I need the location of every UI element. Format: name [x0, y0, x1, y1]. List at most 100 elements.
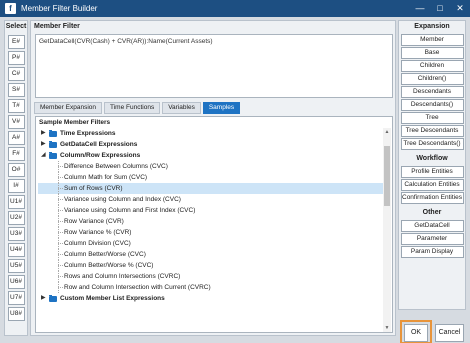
tree-item-difference-between-columns-cvc[interactable]: Difference Between Columns (CVC) [38, 161, 384, 172]
select-p-button[interactable]: P# [7, 51, 25, 65]
tree-branch [58, 188, 63, 189]
select-u4-button[interactable]: U4# [7, 243, 25, 257]
tree-item-variance-using-column-and-index-cvc[interactable]: Variance using Column and Index (CVC) [38, 194, 384, 205]
expand-arrow-icon[interactable]: ▶ [41, 139, 48, 150]
tab-bar: Member Expansion Time Functions Variables S… [34, 102, 242, 114]
select-s-button[interactable]: S# [7, 83, 25, 97]
tree-group-time-expressions[interactable]: ▶ Time Expressions [38, 128, 384, 139]
workflow-profile-entities-button[interactable]: Profile Entities [400, 166, 464, 178]
folder-icon [49, 141, 57, 148]
dialog-body: Select E# P# C# S# T# V# A# F# O# I# U1# U2# U3# U4# U… [0, 17, 470, 343]
tree-item-label: Variance using Column and Index (CVC) [64, 196, 181, 203]
expansion-tree-button[interactable]: Tree [400, 112, 464, 124]
tree-branch [58, 166, 63, 167]
member-filter-panel: Member Filter GetDataCell(CVR(Cash) + CV… [30, 20, 396, 336]
scroll-up-icon[interactable]: ▲ [383, 128, 391, 136]
maximize-button[interactable]: □ [430, 0, 450, 17]
collapse-arrow-icon[interactable]: ◢ [41, 150, 48, 161]
tab-member-expansion[interactable]: Member Expansion [34, 102, 102, 114]
select-f-button[interactable]: F# [7, 147, 25, 161]
expansion-descendants-button[interactable]: Descendants [400, 86, 464, 98]
tree-group-column-row-expressions[interactable]: ◢ Column/Row Expressions [38, 150, 384, 161]
select-v-button[interactable]: V# [7, 115, 25, 129]
tree-group-custom-member-list-expressions[interactable]: ▶ Custom Member List Expressions [38, 293, 384, 304]
expansion-descendants-button[interactable]: Descendants() [400, 99, 464, 111]
folder-icon [49, 295, 57, 302]
select-e-button[interactable]: E# [7, 35, 25, 49]
select-u3-button[interactable]: U3# [7, 227, 25, 241]
tree-branch [58, 199, 63, 200]
expansion-tree-descendants-button[interactable]: Tree Descendants() [400, 138, 464, 150]
builder-actions-panel: Expansion Member Base Children Children() De… [398, 20, 466, 310]
member-filter-title: Member Filter [34, 23, 80, 30]
tree-branch [58, 221, 63, 222]
select-i-button[interactable]: I# [7, 179, 25, 193]
select-a-button[interactable]: A# [7, 131, 25, 145]
expand-arrow-icon[interactable]: ▶ [41, 293, 48, 304]
expansion-children-button[interactable]: Children [400, 60, 464, 72]
tree-item-label: Column Better/Worse % (CVC) [64, 262, 154, 269]
tree-group-label: Time Expressions [60, 130, 116, 137]
tab-time-functions[interactable]: Time Functions [104, 102, 161, 114]
scroll-thumb[interactable] [384, 146, 390, 206]
select-panel: Select E# P# C# S# T# V# A# F# O# I# U1# U2# U3# U4# U… [4, 20, 28, 336]
tree-item-label: Column Math for Sum (CVC) [64, 174, 148, 181]
close-button[interactable]: ✕ [450, 0, 470, 17]
tree-item-column-better-worse-cvc[interactable]: Column Better/Worse % (CVC) [38, 260, 384, 271]
tree-item-variance-using-column-and-first-index-cvc[interactable]: Variance using Column and First Index (C… [38, 205, 384, 216]
minimize-button[interactable]: — [410, 0, 430, 17]
tree-item-row-and-column-intersection-with-current-cvrc[interactable]: Row and Column Intersection with Current… [38, 282, 384, 293]
select-u2-button[interactable]: U2# [7, 211, 25, 225]
window-title: Member Filter Builder [21, 4, 98, 13]
expansion-member-button[interactable]: Member [400, 34, 464, 46]
tree-item-column-better-worse-cvc[interactable]: Column Better/Worse (CVC) [38, 249, 384, 260]
tree-item-column-math-for-sum-cvc[interactable]: Column Math for Sum (CVC) [38, 172, 384, 183]
tab-variables[interactable]: Variables [162, 102, 201, 114]
tree-branch [58, 265, 63, 266]
expansion-children-button[interactable]: Children() [400, 73, 464, 85]
filter-formula-editor[interactable]: GetDataCell(CVR(Cash) + CVR(AR)):Name(Cu… [35, 34, 393, 98]
select-panel-title: Select [5, 23, 27, 30]
tree-item-label: Row and Column Intersection with Current… [64, 284, 211, 291]
expansion-tree-descendants-button[interactable]: Tree Descendants [400, 125, 464, 137]
tree-branch [58, 243, 63, 244]
tree-item-row-variance-cvr[interactable]: Row Variance (CVR) [38, 216, 384, 227]
tree-item-label: Row Variance % (CVR) [64, 229, 132, 236]
tree-branch [58, 276, 63, 277]
tree-branch [58, 210, 63, 211]
other-parameter-button[interactable]: Parameter [400, 233, 464, 245]
folder-icon [49, 130, 57, 137]
tree-item-rows-and-column-intersections-cvrc[interactable]: Rows and Column Intersections (CVRC) [38, 271, 384, 282]
tree-group-label: GetDataCell Expressions [60, 141, 138, 148]
tree-item-row-variance-cvr[interactable]: Row Variance % (CVR) [38, 227, 384, 238]
tree-item-label: Column Division (CVC) [64, 240, 131, 247]
tree-branch [58, 287, 63, 288]
ok-button[interactable]: OK [404, 324, 428, 342]
tree-item-sum-of-rows-cvr[interactable]: Sum of Rows (CVR) [38, 183, 384, 194]
expand-arrow-icon[interactable]: ▶ [41, 128, 48, 139]
tree-item-label: Variance using Column and First Index (C… [64, 207, 196, 214]
tree-item-label: Column Better/Worse (CVC) [64, 251, 146, 258]
tab-samples[interactable]: Samples [202, 102, 241, 114]
select-o-button[interactable]: O# [7, 163, 25, 177]
select-u5-button[interactable]: U5# [7, 259, 25, 273]
select-c-button[interactable]: C# [7, 67, 25, 81]
cancel-button[interactable]: Cancel [435, 324, 464, 342]
select-t-button[interactable]: T# [7, 99, 25, 113]
tree-item-label: Difference Between Columns (CVC) [64, 163, 168, 170]
tree-group-getdatacell-expressions[interactable]: ▶ GetDataCell Expressions [38, 139, 384, 150]
expansion-base-button[interactable]: Base [400, 47, 464, 59]
other-getdatacell-button[interactable]: GetDataCell [400, 220, 464, 232]
workflow-confirmation-entities-button[interactable]: Confirmation Entities [400, 192, 464, 204]
select-u6-button[interactable]: U6# [7, 275, 25, 289]
workflow-calculation-entities-button[interactable]: Calculation Entities [400, 179, 464, 191]
tree-item-label: Rows and Column Intersections (CVRC) [64, 273, 181, 280]
other-param-display-button[interactable]: Param Display [400, 246, 464, 258]
select-u8-button[interactable]: U8# [7, 307, 25, 321]
scroll-down-icon[interactable]: ▼ [383, 324, 391, 332]
tree-item-column-division-cvc[interactable]: Column Division (CVC) [38, 238, 384, 249]
tree-scrollbar[interactable]: ▲ ▼ [383, 128, 391, 332]
select-u7-button[interactable]: U7# [7, 291, 25, 305]
select-u1-button[interactable]: U1# [7, 195, 25, 209]
workflow-section-title: Workflow [416, 155, 448, 162]
